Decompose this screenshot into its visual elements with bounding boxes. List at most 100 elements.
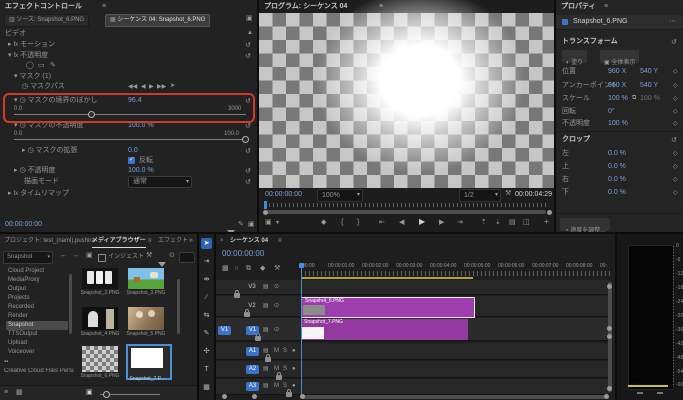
mark-in-icon[interactable]: { xyxy=(341,219,343,227)
panel-grid-icon[interactable]: ▣ xyxy=(248,221,255,229)
keyframe-pen-icon[interactable]: ✎ xyxy=(238,221,244,229)
track-meter-icon[interactable]: ▤ xyxy=(263,348,269,355)
folder-item[interactable]: Cloud Project xyxy=(8,268,44,275)
go-to-out-icon[interactable]: ⇥ xyxy=(457,219,463,227)
track-meter-icon[interactable]: ▤ xyxy=(263,327,269,334)
reset-transform-icon[interactable]: ↺ xyxy=(671,38,677,46)
row-mask-opacity[interactable]: ▾ ◷ マスクの不透明度 xyxy=(14,122,84,130)
header-zoom-handle-left[interactable] xyxy=(222,394,227,399)
keyframe-diamond-icon[interactable]: ◇ xyxy=(673,163,678,170)
program-canvas[interactable] xyxy=(259,13,554,188)
folder-item[interactable]: MediaProxy xyxy=(8,277,40,284)
mask-opacity-slider-knob[interactable] xyxy=(242,136,249,143)
crop-top-value[interactable]: 0.0 % xyxy=(608,163,626,171)
transform-section-title[interactable]: トランスフォーム xyxy=(562,38,618,46)
more-options-icon[interactable]: ⋯ xyxy=(669,18,676,26)
track-select-tool[interactable]: ⇥ xyxy=(201,256,212,267)
folder-item[interactable]: Voiceover xyxy=(8,349,34,356)
folder-item[interactable]: Recorded xyxy=(8,304,34,311)
reset-opacity-icon[interactable]: ↺ xyxy=(245,52,251,60)
program-playhead[interactable] xyxy=(264,201,267,209)
v-scroll-handle-bottom[interactable] xyxy=(607,386,612,391)
reset-expansion-icon[interactable]: ↺ xyxy=(245,147,251,155)
stopwatch-icon[interactable]: ◷ xyxy=(27,147,33,154)
nest-icon[interactable]: ▩ xyxy=(222,265,229,273)
folder-item-selected[interactable]: Snapshot xyxy=(8,322,33,329)
track-selector-a1[interactable]: A1 xyxy=(246,347,259,356)
keyframe-diamond-icon[interactable]: ◇ xyxy=(673,95,678,102)
mic-icon[interactable]: ● xyxy=(292,348,296,355)
v-scroll-handle-mid1[interactable] xyxy=(607,326,612,331)
back-icon[interactable]: ← xyxy=(60,252,67,260)
tab-sequence[interactable]: ▦ シーケンス 04: Snapshot_6.PNG xyxy=(105,14,210,27)
mask-tool-icon[interactable]: ➤ xyxy=(170,83,175,90)
scale-y[interactable]: 100 % xyxy=(640,95,660,103)
reset-blend-icon[interactable]: ↺ xyxy=(245,178,251,186)
track-meter-icon[interactable]: ▤ xyxy=(263,383,269,390)
crop-section-title[interactable]: クロップ xyxy=(562,136,590,144)
settings-icon[interactable]: ▣ xyxy=(265,219,272,227)
track-mask-back-icon[interactable]: ◀ xyxy=(141,84,146,91)
folder-item[interactable]: Output xyxy=(8,286,26,293)
filter-icon[interactable] xyxy=(227,222,235,232)
keyframe-diamond-icon[interactable]: ◇ xyxy=(673,176,678,183)
panel-menu-icon[interactable]: ≡ xyxy=(278,238,282,245)
playhead-head[interactable] xyxy=(299,263,304,268)
drive-icon[interactable]: ▪▪ xyxy=(4,359,8,366)
ripple-edit-tool[interactable]: ⇹ xyxy=(201,274,212,285)
header-zoom-handle-right[interactable] xyxy=(252,394,257,399)
scrollbar-right-handle[interactable] xyxy=(547,210,552,215)
play-icon[interactable]: ▶ xyxy=(419,218,425,227)
track-selector-v1[interactable]: V1 xyxy=(246,326,259,335)
search-input[interactable] xyxy=(179,252,195,263)
scale-x[interactable]: 100 % xyxy=(608,95,628,103)
v-scroll-handle-mid2[interactable] xyxy=(607,334,612,339)
wrench-icon[interactable]: ⚒ xyxy=(505,190,511,198)
lock-icon[interactable] xyxy=(265,357,271,362)
pen-tool[interactable]: ✎ xyxy=(201,328,212,339)
type-tool[interactable]: T xyxy=(201,364,212,375)
program-mini-ruler[interactable] xyxy=(265,203,548,207)
thumb-snapshot3[interactable] xyxy=(128,268,164,289)
audio-meter[interactable] xyxy=(628,245,674,390)
linked-selection-icon[interactable]: ⧉ xyxy=(246,265,251,273)
tab-overflow-icon[interactable]: » xyxy=(189,237,193,245)
new-bin-icon[interactable]: ▣ xyxy=(86,252,93,260)
lock-icon[interactable] xyxy=(276,375,282,380)
tab-effects[interactable]: エフェクト xyxy=(158,238,188,245)
zoom-select[interactable]: 100% ▾ xyxy=(317,189,363,202)
toggle-output-eye-icon[interactable]: ⊙ xyxy=(274,327,279,334)
thumb-snapshot5[interactable] xyxy=(128,307,164,330)
add-button-icon[interactable]: + xyxy=(544,218,549,227)
list-view-icon[interactable]: ≡ xyxy=(4,389,8,397)
keyframe-diamond-icon[interactable]: ◇ xyxy=(673,82,678,89)
resolution-select[interactable]: 1/2 ▾ xyxy=(459,189,501,202)
step-back-icon[interactable]: ◀ xyxy=(399,219,404,227)
mask-opacity-slider[interactable] xyxy=(14,139,246,140)
track-mask-fwd-icon[interactable]: ▶ xyxy=(149,84,154,91)
position-y[interactable]: 540 Y xyxy=(640,68,658,76)
ingest-checkbox[interactable] xyxy=(98,254,106,262)
scrollbar-left-handle[interactable] xyxy=(263,210,268,215)
crop-bottom-value[interactable]: 0.0 % xyxy=(608,189,626,197)
folder-item[interactable]: Upload xyxy=(8,340,27,347)
folder-item[interactable]: Render xyxy=(8,313,28,320)
crop-left-value[interactable]: 0.0 % xyxy=(608,150,626,158)
track-selector-v2[interactable]: V2 xyxy=(246,303,258,310)
thumb-snapshot2[interactable] xyxy=(82,268,118,289)
ec-timecode[interactable]: 00:00:00:00 xyxy=(5,221,42,229)
track-meter-icon[interactable]: ▤ xyxy=(263,284,269,291)
reset-crop-icon[interactable]: ↺ xyxy=(671,136,677,144)
track-selector-a2[interactable]: A2 xyxy=(246,365,259,374)
panel-menu-icon[interactable]: ≡ xyxy=(604,3,608,11)
clip-row[interactable]: Snapshot_6.PNG ⋯ xyxy=(556,15,683,30)
crop-right-value[interactable]: 0.0 % xyxy=(608,176,626,184)
eye-icon[interactable]: ⊙ xyxy=(169,252,175,260)
timeline-timecode[interactable]: 00:00:00:00 xyxy=(222,250,264,259)
zoom-slider-knob[interactable] xyxy=(103,391,110,398)
row-opacity-group[interactable]: ▾ fx 不透明度 xyxy=(8,52,48,60)
source-patch-v1[interactable]: V1 xyxy=(218,326,231,335)
program-timecode[interactable]: 00:00:00:00 xyxy=(265,191,302,199)
row-motion[interactable]: ▸ fx モーション xyxy=(8,41,55,49)
forward-icon[interactable]: → xyxy=(72,252,79,260)
